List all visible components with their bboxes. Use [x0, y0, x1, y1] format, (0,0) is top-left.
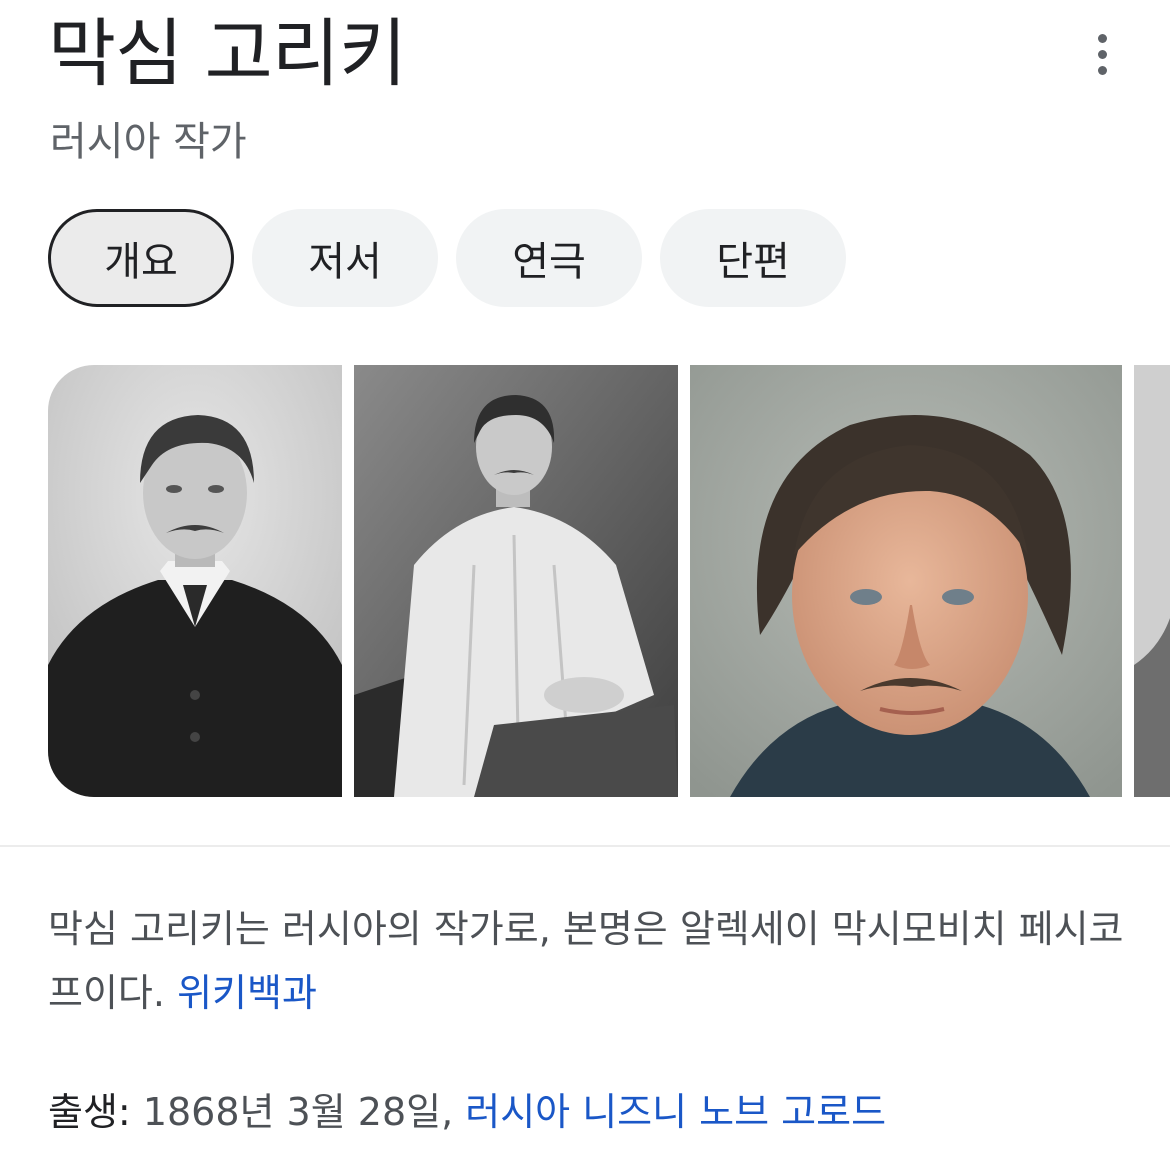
tab-short-stories[interactable]: 단편 [660, 209, 846, 307]
tab-overview[interactable]: 개요 [48, 209, 234, 307]
more-vert-icon-dot [1097, 49, 1107, 59]
gallery-image[interactable] [354, 365, 678, 797]
gallery-image[interactable] [690, 365, 1122, 797]
knowledge-panel: 막심 고리키 러시아 작가 개요 저서 연극 단편 막심 고리키는 러시아의 작… [0, 0, 1170, 1170]
more-options-button[interactable] [1080, 30, 1124, 78]
more-vert-icon-dot [1097, 65, 1107, 75]
birthplace-link[interactable]: 러시아 니즈니 노브 고로드 [465, 1090, 886, 1134]
gallery-image[interactable] [1134, 365, 1170, 797]
image-gallery [48, 365, 1170, 797]
page-title: 막심 고리키 [48, 11, 407, 97]
gallery-image[interactable] [48, 365, 342, 797]
fact-date: 1868년 3월 28일, [142, 1090, 466, 1134]
tab-books[interactable]: 저서 [252, 209, 438, 307]
entity-subtitle: 러시아 작가 [50, 119, 247, 165]
fact-born: 출생: 1868년 3월 28일, 러시아 니즈니 노브 고로드 [48, 1080, 886, 1144]
fact-label: 출생 [48, 1090, 118, 1134]
source-link[interactable]: 위키백과 [177, 971, 317, 1015]
fact-separator: : [117, 1090, 143, 1134]
section-divider [0, 845, 1170, 847]
entity-description: 막심 고리키는 러시아의 작가로, 본명은 알렉세이 막시모비치 페시코프이다.… [48, 897, 1128, 1025]
more-vert-icon [1097, 33, 1107, 43]
tab-plays[interactable]: 연극 [456, 209, 642, 307]
tab-bar: 개요 저서 연극 단편 [48, 209, 846, 307]
